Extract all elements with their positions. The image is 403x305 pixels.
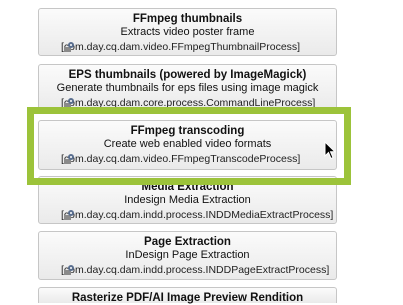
step-description: InDesign Page Extraction (125, 249, 250, 261)
step-title: FFmpeg thumbnails (132, 13, 243, 25)
step-process: [com.day.cq.dam.indd.process.INDDPageExt… (61, 264, 330, 276)
mouse-pointer-icon (324, 141, 336, 160)
workflow-step-selected[interactable]: FFmpeg transcoding Create web enabled vi… (38, 120, 337, 170)
workflow-step[interactable]: EPS thumbnails (powered by ImageMagick) … (38, 64, 337, 112)
workflow-step[interactable]: Media Extraction Indesign Media Extracti… (38, 176, 337, 224)
process-gear-icon (64, 98, 74, 108)
step-title: Media Extraction (141, 181, 234, 193)
workflow-step[interactable]: FFmpeg thumbnails Extracts video poster … (38, 8, 337, 56)
step-description: Extracts video poster frame (120, 26, 255, 38)
step-process: [com.day.cq.dam.core.process.CommandLine… (61, 97, 316, 109)
process-gear-icon (64, 265, 74, 275)
workflow-step[interactable]: Page Extraction InDesign Page Extraction… (38, 231, 337, 280)
step-description: Create web enabled video formats (103, 138, 272, 150)
step-description: Generate thumbnails for eps files using … (56, 82, 319, 94)
step-title: Page Extraction (144, 236, 231, 248)
step-description: Indesign Media Extraction (124, 194, 251, 206)
step-title: EPS thumbnails (powered by ImageMagick) (68, 69, 307, 81)
step-title: Rasterize PDF/AI Image Preview Rendition (71, 292, 304, 304)
process-gear-icon (64, 42, 74, 52)
workflow-step[interactable]: Rasterize PDF/AI Image Preview Rendition (38, 287, 337, 304)
step-process: [com.day.cq.dam.indd.process.INDDMediaEx… (61, 209, 334, 221)
step-process: [com.day.cq.dam.video.FFmpegThumbnailPro… (61, 41, 301, 53)
step-process: [com.day.cq.dam.video.FFmpegTranscodePro… (61, 153, 301, 165)
process-gear-icon (64, 210, 74, 220)
process-gear-icon (64, 154, 74, 164)
step-title: FFmpeg transcoding (130, 125, 245, 137)
